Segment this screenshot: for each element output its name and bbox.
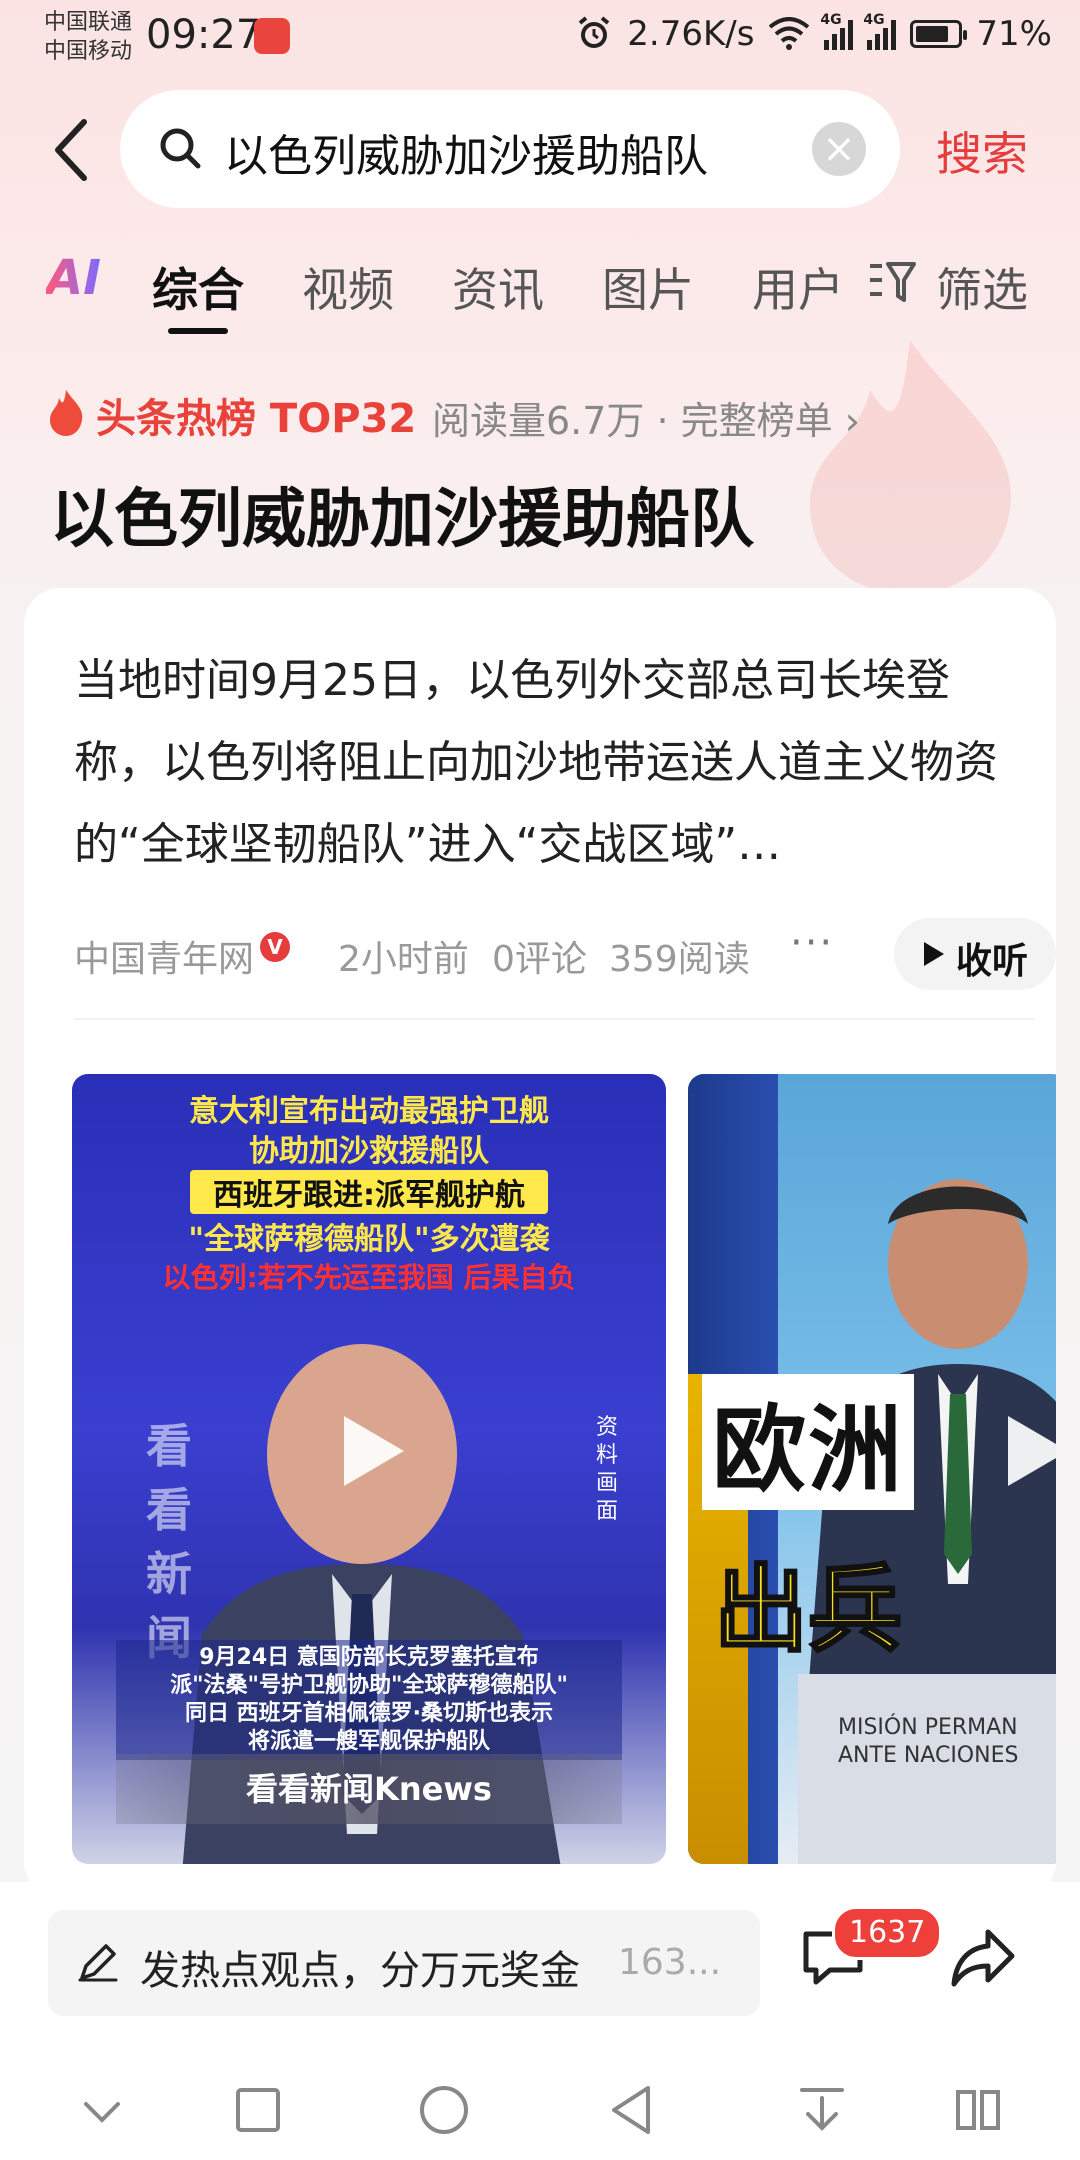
comment-placeholder-tail: 163... (618, 1942, 722, 1983)
carrier-info: 中国联通 中国移动 (44, 8, 132, 66)
podium-text-1: MISIÓN PERMAN (838, 1715, 1018, 1740)
tab-images[interactable]: 图片 (602, 254, 694, 320)
listen-button[interactable]: 收听 (894, 918, 1056, 990)
video1-caption-4: "全球萨穆德船队"多次遭袭 (188, 1222, 550, 1257)
video1-subtitle-3: 同日 西班牙首相佩德罗·桑切斯也表示 (184, 1701, 554, 1726)
tab-video[interactable]: 视频 (302, 254, 394, 320)
search-input[interactable]: 以色列威胁加沙援助船队 × (120, 90, 900, 208)
tab-comprehensive[interactable]: 综合 (152, 254, 244, 320)
article-comments: 0评论 (492, 939, 587, 980)
battery-level: 71% (976, 14, 1052, 54)
carrier-1: 中国联通 (44, 10, 133, 35)
system-nav-bar (0, 2062, 1080, 2160)
comment-input[interactable]: 发热点观点，分万元奖金 163... (48, 1910, 760, 2016)
topic-title: 以色列威胁加沙援助船队 (50, 483, 754, 557)
battery-icon (910, 20, 968, 48)
alarm-icon (578, 16, 610, 48)
share-icon[interactable] (948, 1924, 1018, 1990)
comment-count-badge: 1637 (832, 1906, 943, 1960)
video1-caption-1: 意大利宣布出动最强护卫舰 (189, 1094, 549, 1129)
chevron-down-icon[interactable] (74, 2082, 130, 2138)
signal-1-icon: 4G (820, 12, 854, 50)
status-icons: 2.76K/s 4G 4G 71% (575, 12, 1052, 54)
play-icon[interactable] (324, 1406, 414, 1496)
news-card[interactable]: 当地时间9月25日，以色列外交部总司长埃登称，以色列将阻止向加沙地带运送人道主义… (24, 588, 1056, 1898)
more-icon[interactable]: ··· (790, 920, 834, 966)
hot-rank-label[interactable]: 头条热榜 TOP32 (96, 386, 416, 444)
video1-subtitle-1: 9月24日 意国防部长克罗塞托宣布 (199, 1645, 539, 1670)
signal-2-label: 4G (863, 12, 885, 28)
back-nav-icon[interactable] (604, 2082, 660, 2138)
search-button[interactable]: 搜索 (936, 118, 1028, 184)
net-speed: 2.76K/s (627, 14, 755, 54)
accessibility-icon[interactable] (950, 2082, 1006, 2138)
tab-users[interactable]: 用户 (752, 254, 844, 320)
video-thumbnail-1[interactable]: 意大利宣布出动最强护卫舰 协助加沙救援船队 西班牙跟进:派军舰护航 "全球萨穆德… (72, 1074, 666, 1864)
recents-icon[interactable] (230, 2082, 286, 2138)
video1-caption-5: 以色列:若不先运至我国 后果自负 (162, 1261, 576, 1294)
video1-subtitle-2: 派"法桑"号护卫舰协助"全球萨穆德船队" (170, 1673, 568, 1698)
comment-placeholder: 发热点观点，分万元奖金 (140, 1948, 580, 1994)
pen-icon (78, 1944, 118, 1982)
article-summary[interactable]: 当地时间9月25日，以色列外交部总司长埃登称，以色列将阻止向加沙地带运送人道主义… (74, 640, 1024, 886)
video-thumbnail-2[interactable]: 欧洲 出兵 MISIÓN PERMAN ANTE NACIONES (688, 1074, 1056, 1864)
article-source[interactable]: 中国青年网 (74, 930, 254, 982)
video1-subtitles: 9月24日 意国防部长克罗塞托宣布 派"法桑"号护卫舰协助"全球萨穆德船队" 同… (116, 1640, 622, 1760)
background-flame-icon (810, 340, 1011, 595)
article-meta: 中国青年网 V 2小时前 0评论 359阅读 ··· 收听 (74, 918, 1056, 990)
video1-watermark: 看看新闻 (146, 1419, 192, 1665)
video1-caption-2: 协助加沙救援船队 (249, 1134, 489, 1169)
search-query[interactable]: 以色列威胁加沙援助船队 (224, 120, 708, 184)
carrier-2: 中国移动 (44, 39, 133, 64)
podium-text: MISIÓN PERMAN ANTE NACIONES (838, 1714, 1018, 1770)
search-tabs: AI 综合 视频 资讯 图片 用户 筛选 (0, 250, 1080, 340)
article-time: 2小时前 (338, 939, 469, 980)
video1-subtitle-4: 将派遣一艘军舰保护船队 (247, 1729, 490, 1754)
status-time: 09:27 (146, 12, 262, 58)
flame-icon (50, 390, 83, 436)
filter-button[interactable]: 筛选 (936, 254, 1028, 320)
filter-icon[interactable] (868, 260, 916, 306)
back-icon[interactable] (44, 110, 104, 190)
play-icon (924, 942, 944, 966)
article-reads: 359阅读 (609, 939, 750, 980)
divider (74, 1018, 1034, 1020)
search-icon (160, 128, 201, 169)
home-icon[interactable] (416, 2082, 472, 2138)
huawei-app-icon (254, 18, 290, 54)
bottom-action-bar: 发热点观点，分万元奖金 163... 1637 (0, 1882, 1080, 2062)
status-bar: 中国联通 中国移动 09:27 2.76K/s 4G 4G 71% (0, 0, 1080, 78)
video2-caption-2: 出兵 (712, 1555, 903, 1667)
verified-icon: V (260, 932, 290, 962)
signal-1-label: 4G (820, 12, 842, 28)
podium-text-2: ANTE NACIONES (838, 1743, 1019, 1768)
signal-2-icon: 4G (863, 12, 897, 50)
video2-caption-1: 欧洲 (702, 1374, 915, 1510)
tab-news[interactable]: 资讯 (452, 254, 544, 320)
video1-logo: 看看新闻Knews (116, 1754, 622, 1824)
listen-label: 收听 (956, 941, 1029, 982)
active-tab-indicator (168, 328, 228, 334)
video1-caption-3: 西班牙跟进:派军舰护航 (190, 1170, 548, 1214)
video1-side-caption: 资料画面 (595, 1415, 618, 1524)
clear-icon[interactable]: × (812, 122, 866, 176)
notification-pull-icon[interactable] (794, 2082, 850, 2138)
wifi-icon (769, 17, 810, 50)
tab-ai[interactable]: AI (46, 250, 101, 306)
play-icon[interactable] (988, 1406, 1056, 1496)
hot-rank-meta[interactable]: 阅读量6.7万 · 完整榜单 › (432, 390, 860, 445)
